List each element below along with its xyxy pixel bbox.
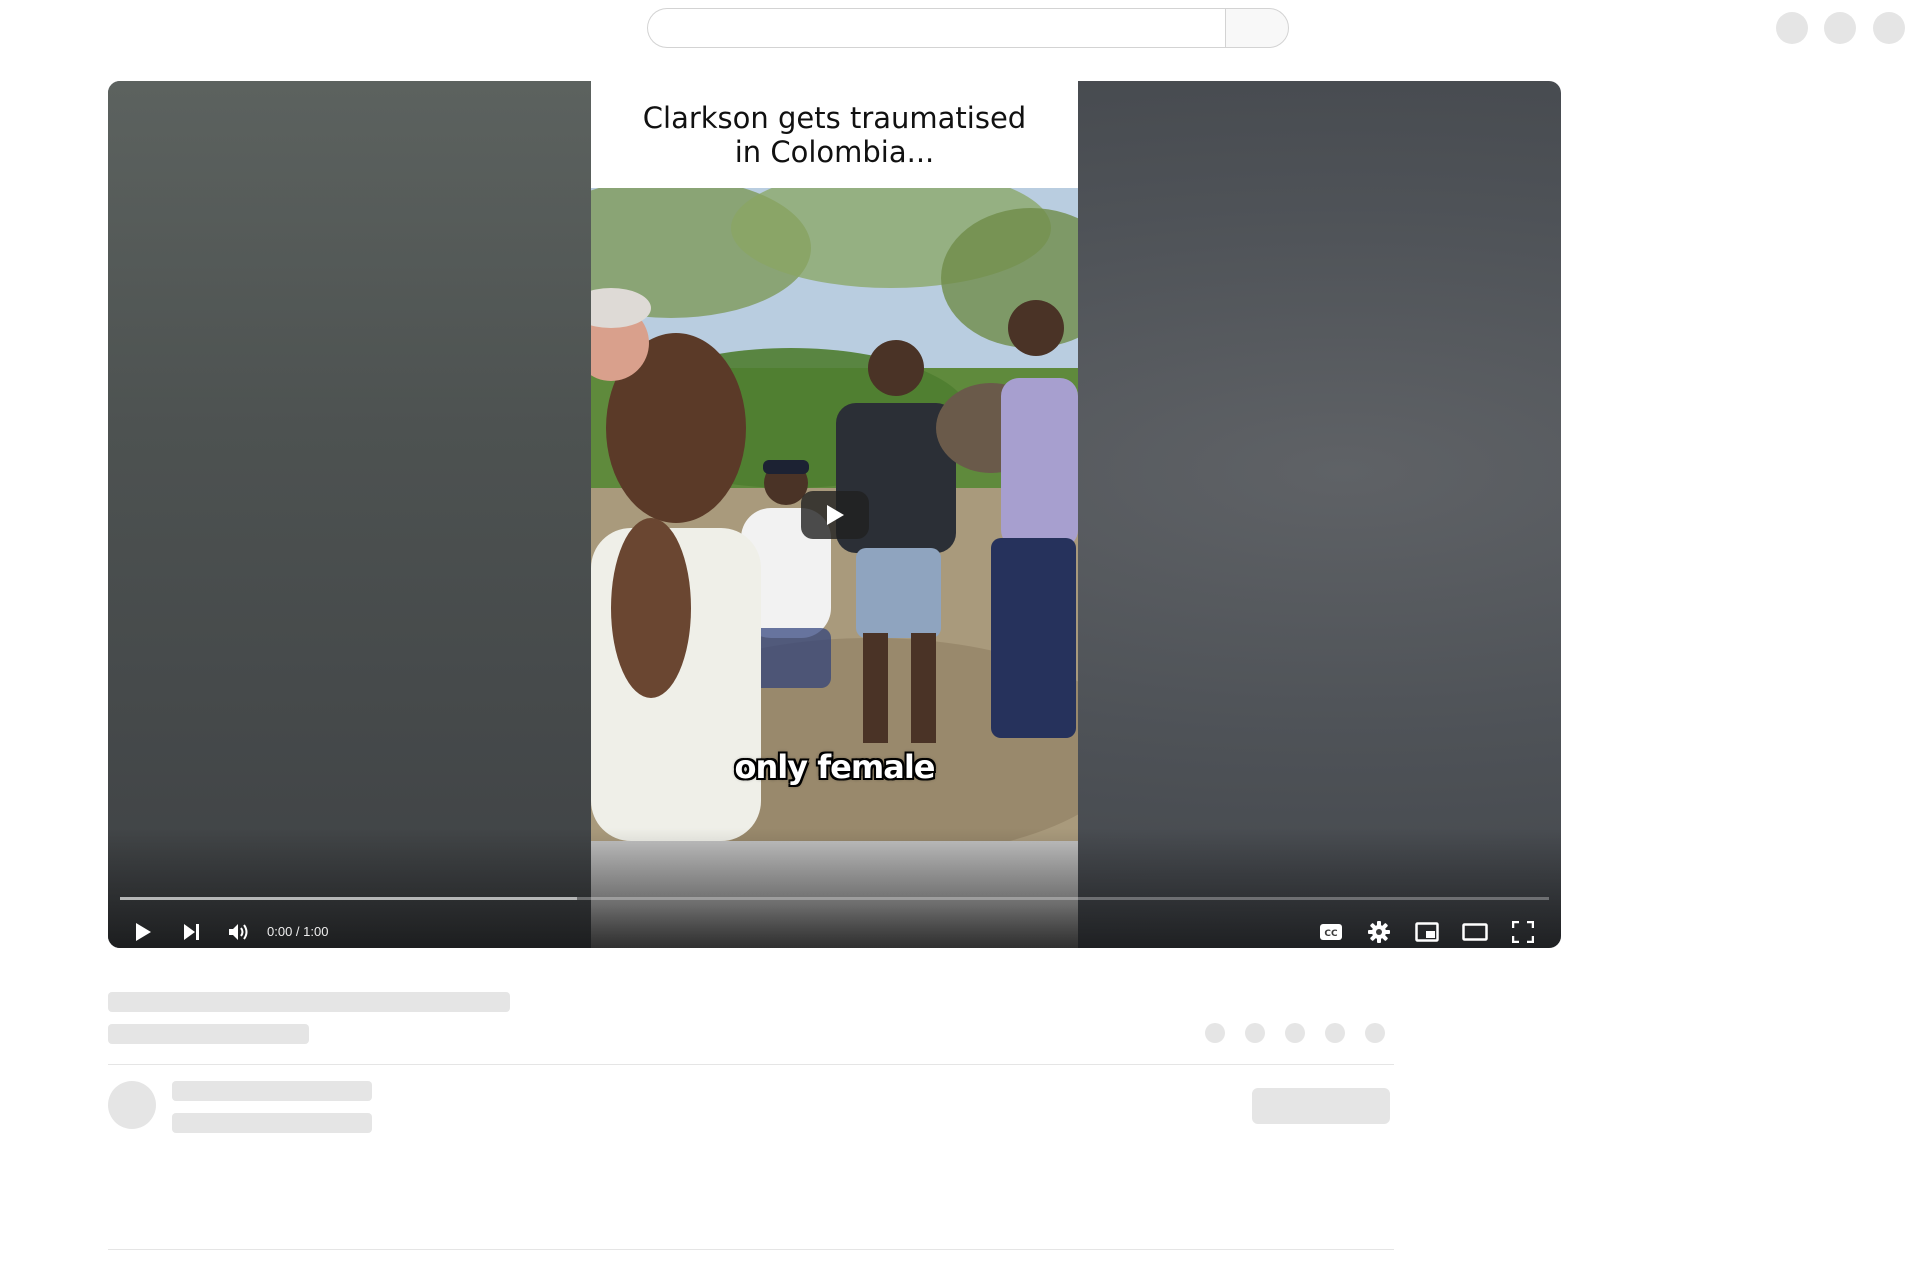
title-skeleton: [108, 992, 510, 1012]
video-caption: only female: [734, 748, 936, 786]
subscribers-skeleton: [172, 1113, 372, 1133]
next-button[interactable]: [167, 908, 215, 948]
volume-button[interactable]: [215, 908, 263, 948]
fullscreen-button[interactable]: [1499, 908, 1547, 948]
theater-mode-button[interactable]: [1451, 908, 1499, 948]
volume-icon: [229, 924, 248, 940]
search-input[interactable]: [647, 8, 1225, 48]
svg-text:CC: CC: [1324, 929, 1338, 939]
gear-icon: [1368, 921, 1390, 943]
next-icon: [184, 924, 199, 940]
page: Clarkson gets traumatised in Colombia...: [0, 0, 1920, 1269]
video-title-overlay: Clarkson gets traumatised in Colombia...: [642, 100, 1027, 169]
action-skeleton-5: [1365, 1023, 1385, 1043]
action-skeleton-4: [1325, 1023, 1345, 1043]
play-icon: [827, 505, 844, 525]
miniplayer-icon: [1415, 922, 1439, 942]
fullscreen-icon: [1512, 921, 1534, 943]
progress-bar[interactable]: [120, 897, 1549, 900]
play-button[interactable]: [119, 908, 167, 948]
action-skeleton-1: [1205, 1023, 1225, 1043]
video-title-banner: Clarkson gets traumatised in Colombia...: [591, 81, 1078, 188]
search-button[interactable]: [1225, 8, 1289, 48]
play-icon: [136, 923, 151, 941]
avatar-placeholder[interactable]: [1873, 12, 1905, 44]
channel-avatar-skeleton: [108, 1081, 156, 1129]
video-player[interactable]: Clarkson gets traumatised in Colombia...: [108, 81, 1561, 948]
subscribe-button-skeleton: [1252, 1088, 1390, 1124]
search-bar: [647, 8, 1289, 48]
settings-button[interactable]: [1355, 908, 1403, 948]
action-skeleton-2: [1245, 1023, 1265, 1043]
action-skeleton-3: [1285, 1023, 1305, 1043]
theater-icon: [1462, 923, 1488, 941]
large-play-button[interactable]: [801, 491, 869, 539]
divider: [108, 1064, 1394, 1065]
views-skeleton: [108, 1024, 309, 1044]
miniplayer-button[interactable]: [1403, 908, 1451, 948]
notifications-button-placeholder[interactable]: [1824, 12, 1856, 44]
player-background: [108, 81, 591, 948]
create-button-placeholder[interactable]: [1776, 12, 1808, 44]
channel-name-skeleton: [172, 1081, 372, 1101]
cc-icon: CC: [1320, 924, 1342, 940]
time-display: 0:00 / 1:00: [267, 924, 329, 939]
captions-button[interactable]: CC: [1307, 908, 1355, 948]
progress-loaded: [120, 897, 578, 900]
divider: [108, 1249, 1394, 1250]
